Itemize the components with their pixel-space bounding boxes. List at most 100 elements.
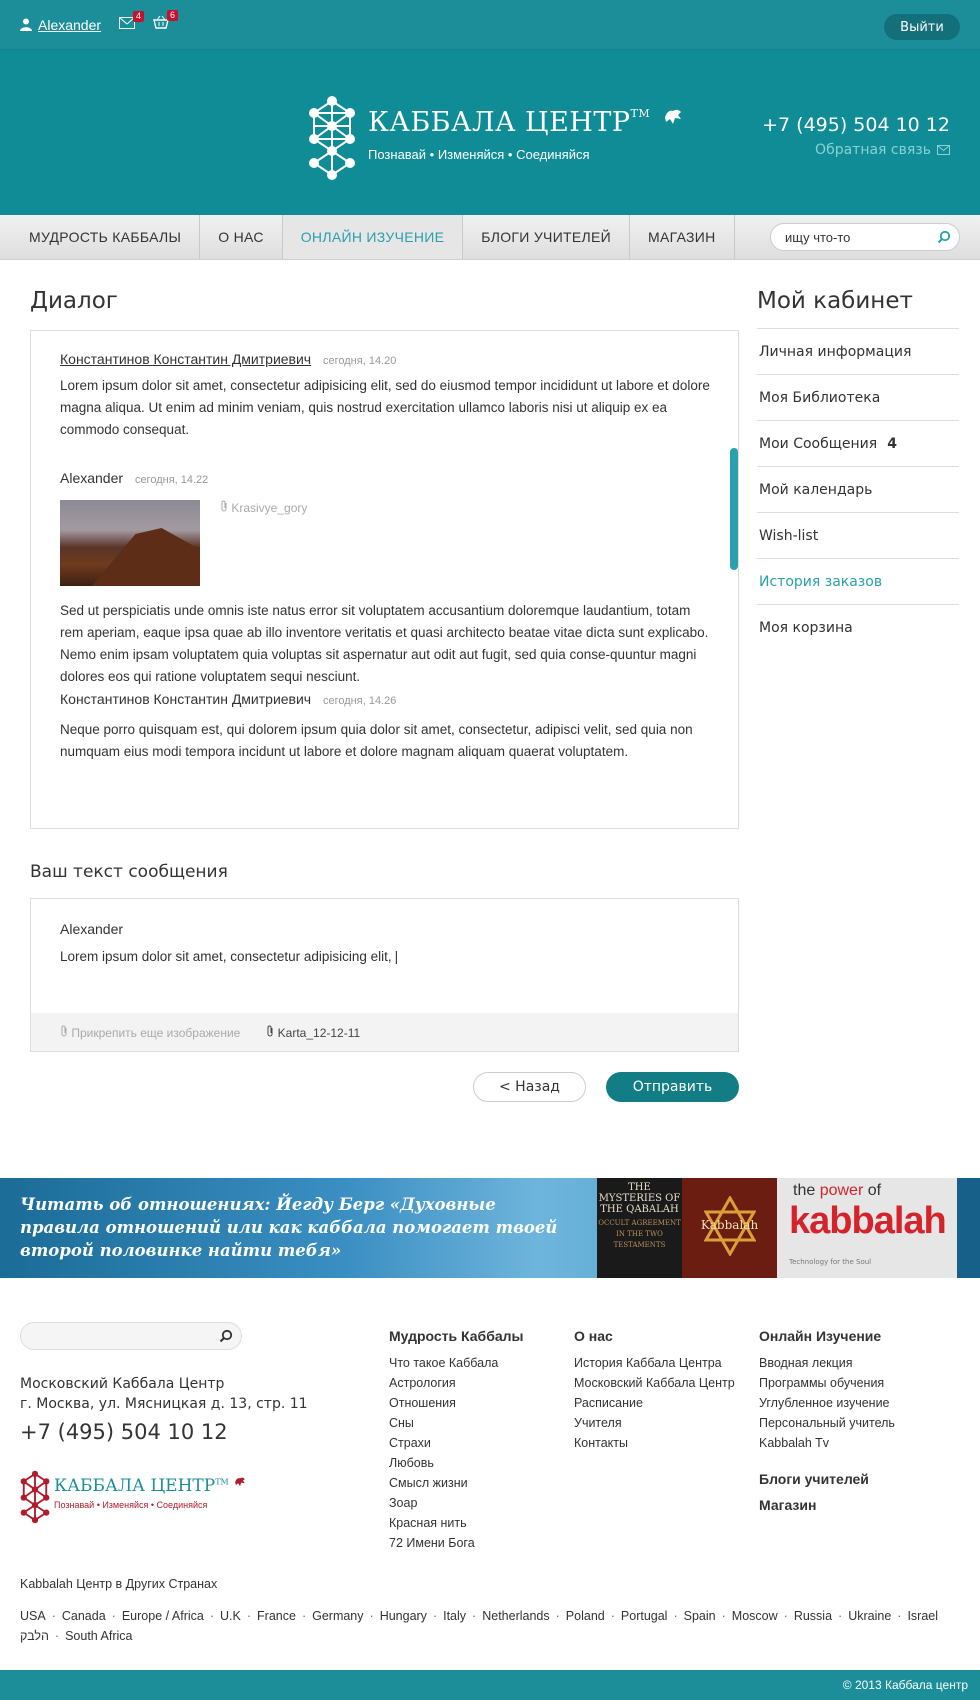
footer-col-title[interactable]: Онлайн Изучение bbox=[759, 1328, 895, 1344]
attached-file[interactable]: Karta_12-12-11 bbox=[266, 1025, 360, 1040]
country-link[interactable]: Ukraine bbox=[848, 1609, 891, 1623]
copyright: © 2013 Каббала центр bbox=[842, 1678, 968, 1692]
separator-dot: · bbox=[246, 1609, 252, 1623]
message-author[interactable]: Константинов Константин Дмитриевич bbox=[60, 351, 311, 367]
country-link[interactable]: Netherlands bbox=[482, 1609, 549, 1623]
mail-button[interactable]: 4 bbox=[119, 10, 145, 33]
dialog-messages[interactable]: Константинов Константин Дмитриевич сегод… bbox=[30, 330, 739, 829]
sidebar-item-library[interactable]: Моя Библиотека bbox=[757, 374, 959, 420]
sidebar-item-cart[interactable]: Моя корзина bbox=[757, 604, 959, 650]
country-link[interactable]: Moscow bbox=[732, 1609, 778, 1623]
cart-button[interactable]: 6 bbox=[153, 10, 179, 33]
paperclip-icon bbox=[61, 1025, 67, 1036]
footer-logo[interactable]: КАББАЛА ЦЕНТРTM Познавай • Изменяйся • С… bbox=[20, 1470, 245, 1528]
logout-button[interactable]: Выйти bbox=[884, 14, 960, 40]
footer-link[interactable]: Зоар bbox=[389, 1493, 523, 1513]
message-textarea[interactable]: Lorem ipsum dolor sit amet, consectetur … bbox=[60, 949, 398, 964]
messages-count: 4 bbox=[887, 435, 897, 452]
sidebar-item-personal-info[interactable]: Личная информация bbox=[757, 328, 959, 374]
footer-blogs-link[interactable]: Блоги учителей bbox=[759, 1471, 895, 1487]
nav-item-about[interactable]: О НАС bbox=[200, 215, 283, 259]
country-link[interactable]: Germany bbox=[312, 1609, 363, 1623]
footer-link[interactable]: Смысл жизни bbox=[389, 1473, 523, 1493]
sidebar-item-label: Мой календарь bbox=[759, 481, 873, 498]
top-bar: Alexander 4 6 Выйти bbox=[0, 0, 980, 50]
attach-image-link[interactable]: Прикрепить еще изображение bbox=[60, 1025, 240, 1040]
logo[interactable]: КАББАЛА ЦЕНТРTM Познавай • Изменяйся • С… bbox=[308, 95, 682, 185]
footer-link[interactable]: Любовь bbox=[389, 1453, 523, 1473]
country-link[interactable]: Italy bbox=[443, 1609, 466, 1623]
footer-search-input[interactable] bbox=[20, 1322, 242, 1350]
search-icon[interactable] bbox=[219, 1329, 233, 1343]
footer-link[interactable]: Kabbalah Tv bbox=[759, 1433, 895, 1453]
country-link[interactable]: Europe / Africa bbox=[122, 1609, 204, 1623]
footer-link[interactable]: Отношения bbox=[389, 1393, 523, 1413]
country-link[interactable]: U.K bbox=[220, 1609, 241, 1623]
compose-box[interactable]: Alexander Lorem ipsum dolor sit amet, co… bbox=[30, 898, 739, 1052]
footer-link[interactable]: Контакты bbox=[574, 1433, 735, 1453]
nav-item-shop[interactable]: МАГАЗИН bbox=[630, 215, 735, 259]
footer-link[interactable]: Астрология bbox=[389, 1373, 523, 1393]
separator-dot: · bbox=[301, 1609, 307, 1623]
attachment-file[interactable]: Krasivye_gory bbox=[220, 500, 307, 515]
sidebar-title: Мой кабинет bbox=[757, 288, 913, 314]
footer-link[interactable]: 72 Имени Бога bbox=[389, 1533, 523, 1553]
sidebar-item-messages[interactable]: Мои Сообщения 4 bbox=[757, 420, 959, 466]
search-input[interactable] bbox=[785, 229, 935, 245]
country-link[interactable]: France bbox=[257, 1609, 296, 1623]
separator-dot: · bbox=[721, 1609, 726, 1623]
username-link[interactable]: Alexander bbox=[38, 17, 101, 33]
country-link[interactable]: USA bbox=[20, 1609, 46, 1623]
footer-col-title[interactable]: Мудрость Каббалы bbox=[389, 1328, 523, 1344]
countries-list: USA · Canada · Europe / Africa · U.K · France · Ge… bbox=[20, 1606, 960, 1646]
footer-shop-link[interactable]: Магазин bbox=[759, 1497, 895, 1513]
country-link[interactable]: Canada bbox=[62, 1609, 106, 1623]
footer-link[interactable]: Красная нить bbox=[389, 1513, 523, 1533]
header-phone: +7 (495) 504 10 12 bbox=[762, 114, 950, 136]
footer-link[interactable]: Сны bbox=[389, 1413, 523, 1433]
country-link[interactable]: Poland bbox=[566, 1609, 605, 1623]
nav-item-online[interactable]: ОНЛАЙН ИЗУЧЕНИЕ bbox=[282, 215, 464, 259]
tree-of-life-icon bbox=[20, 1470, 50, 1524]
send-button[interactable]: Отправить bbox=[606, 1072, 739, 1102]
user-icon bbox=[20, 18, 32, 31]
footer-link[interactable]: Страхи bbox=[389, 1433, 523, 1453]
country-link[interactable]: Hungary bbox=[380, 1609, 427, 1623]
footer-bar: © 2013 Каббала центр bbox=[0, 1670, 980, 1700]
attachment-thumbnail[interactable] bbox=[60, 500, 200, 586]
country-link[interactable]: Spain bbox=[684, 1609, 716, 1623]
back-button[interactable]: < Назад bbox=[473, 1072, 586, 1102]
message: Константинов Константин Дмитриевич сегод… bbox=[60, 351, 710, 441]
separator-dot: · bbox=[897, 1609, 902, 1623]
footer-col-title[interactable]: О нас bbox=[574, 1328, 735, 1344]
sidebar-item-order-history[interactable]: История заказов bbox=[757, 558, 959, 604]
message-time: сегодня, 14.26 bbox=[323, 695, 397, 707]
sidebar-item-calendar[interactable]: Мой календарь bbox=[757, 466, 959, 512]
footer-link[interactable]: Учителя bbox=[574, 1413, 735, 1433]
scrollbar-thumb[interactable] bbox=[730, 448, 738, 570]
book-cover-mysteries: THE MYSTERIES OF THE QABALAH OCCULT AGRE… bbox=[597, 1178, 682, 1278]
header-search bbox=[770, 223, 960, 251]
message-time: сегодня, 14.20 bbox=[323, 355, 397, 367]
footer-col-about: О нас История Каббала Центра Московский … bbox=[574, 1328, 735, 1453]
footer-link[interactable]: Расписание bbox=[574, 1393, 735, 1413]
country-link[interactable]: Russia bbox=[794, 1609, 832, 1623]
footer-link[interactable]: Углубленное изучение bbox=[759, 1393, 895, 1413]
separator-dot: · bbox=[555, 1609, 560, 1623]
country-link[interactable]: Portugal bbox=[621, 1609, 668, 1623]
footer-link[interactable]: История Каббала Центра bbox=[574, 1353, 735, 1373]
footer-link[interactable]: Что такое Каббала bbox=[389, 1353, 523, 1373]
footer-link[interactable]: Программы обучения bbox=[759, 1373, 895, 1393]
footer-link[interactable]: Московский Каббала Центр bbox=[574, 1373, 735, 1393]
promo-banner[interactable]: Читать об отношениях: Йегду Берг «Духовн… bbox=[0, 1178, 980, 1278]
nav-item-blogs[interactable]: БЛОГИ УЧИТЕЛЕЙ bbox=[463, 215, 631, 259]
scrollbar-track[interactable] bbox=[730, 331, 738, 828]
separator-dot: · bbox=[610, 1609, 615, 1623]
nav-item-wisdom[interactable]: МУДРОСТЬ КАББАЛЫ bbox=[0, 215, 201, 259]
country-link[interactable]: South Africa bbox=[65, 1629, 132, 1643]
footer-link[interactable]: Вводная лекция bbox=[759, 1353, 895, 1373]
feedback-link[interactable]: Обратная связь bbox=[815, 142, 950, 158]
sidebar-item-wishlist[interactable]: Wish-list bbox=[757, 512, 959, 558]
footer-link[interactable]: Персональный учитель bbox=[759, 1413, 895, 1433]
search-icon[interactable] bbox=[937, 230, 951, 244]
